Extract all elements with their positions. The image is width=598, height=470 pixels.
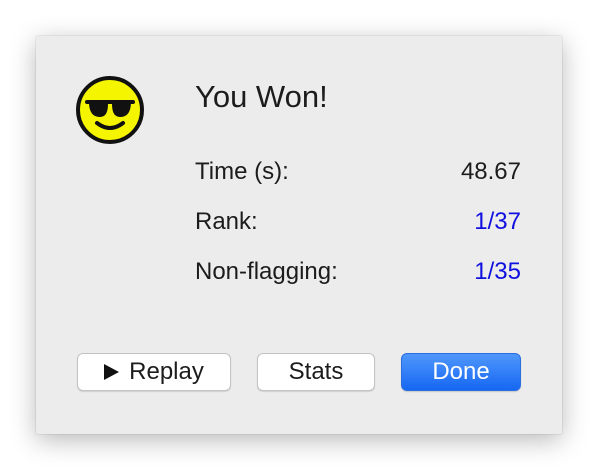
rank-row: Rank: 1/37 xyxy=(195,207,521,237)
time-value: 48.67 xyxy=(460,158,521,185)
dialog-title: You Won! xyxy=(195,79,328,114)
time-row: Time (s): 48.67 xyxy=(195,157,521,187)
stats-button-label: Stats xyxy=(288,358,344,385)
non-flagging-row: Non-flagging: 1/35 xyxy=(195,257,521,287)
non-flagging-label: Non-flagging: xyxy=(195,258,338,285)
rank-value-link[interactable]: 1/37 xyxy=(474,207,521,237)
done-button[interactable]: Done xyxy=(401,353,521,391)
done-button-label: Done xyxy=(432,358,490,385)
replay-button[interactable]: Replay xyxy=(77,353,231,391)
non-flagging-value-link[interactable]: 1/35 xyxy=(474,257,521,287)
sunglasses-smiley-icon xyxy=(76,76,144,144)
rank-label: Rank: xyxy=(195,208,258,235)
replay-button-label: Replay xyxy=(129,358,204,385)
play-icon xyxy=(104,364,120,380)
win-dialog: You Won! Time (s): 48.67 Rank: 1/37 Non-… xyxy=(36,36,562,434)
stats-button[interactable]: Stats xyxy=(257,353,375,391)
time-label: Time (s): xyxy=(195,158,289,185)
